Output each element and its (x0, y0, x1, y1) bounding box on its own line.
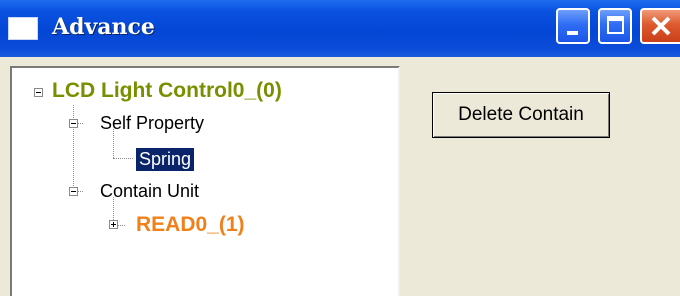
tree-connector (113, 158, 133, 159)
maximize-icon (607, 16, 624, 34)
tree-view[interactable]: LCD Light Control0_(0) Self Property Spr… (10, 66, 400, 296)
minimize-button[interactable] (556, 8, 590, 44)
maximize-button[interactable] (598, 8, 632, 44)
client-area: LCD Light Control0_(0) Self Property Spr… (0, 57, 680, 296)
close-icon (651, 16, 671, 36)
window-title: Advance (52, 14, 155, 40)
collapse-icon[interactable] (69, 187, 78, 196)
close-button[interactable] (640, 8, 680, 44)
title-bar[interactable]: Advance (0, 0, 680, 57)
collapse-icon[interactable] (34, 88, 43, 97)
tree-node-root[interactable]: LCD Light Control0_(0) (52, 79, 282, 103)
collapse-icon[interactable] (69, 119, 78, 128)
tree-node-spring[interactable]: Spring (136, 148, 195, 171)
minimize-icon (567, 31, 578, 35)
tree-node-read[interactable]: READ0_(1) (136, 213, 245, 237)
window-icon (8, 17, 38, 40)
tree-node-contain-unit[interactable]: Contain Unit (100, 181, 199, 202)
tree-node-self-property[interactable]: Self Property (100, 113, 204, 134)
expand-icon[interactable] (109, 220, 118, 229)
delete-contain-button[interactable]: Delete Contain (432, 92, 610, 138)
